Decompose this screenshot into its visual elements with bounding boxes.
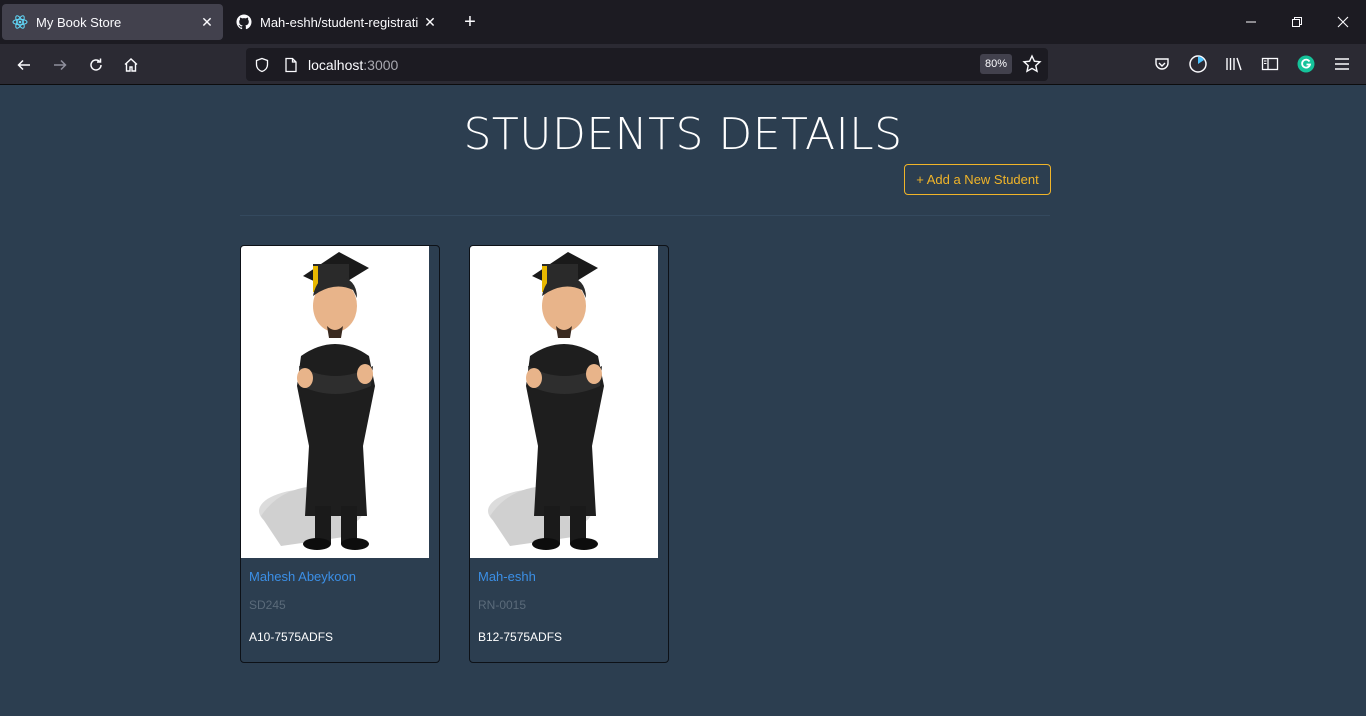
tab-title: My Book Store xyxy=(36,14,122,30)
page-content: STUDENTS DETAILS + Add a New Student Mah… xyxy=(0,85,1366,716)
student-reg-number: SD245 xyxy=(249,598,286,612)
library-icon[interactable] xyxy=(1224,54,1244,74)
student-code: A10-7575ADFS xyxy=(249,630,334,644)
shield-icon[interactable] xyxy=(254,57,270,73)
bookmark-star-icon[interactable] xyxy=(1022,54,1042,74)
close-icon[interactable]: ✕ xyxy=(195,10,219,34)
tab-title: Mah-eshh/student-registration xyxy=(260,14,418,30)
add-student-button[interactable]: + Add a New Student xyxy=(904,164,1051,195)
student-code: B12-7575ADFS xyxy=(478,630,563,644)
student-name-link[interactable]: Mahesh Abeykoon xyxy=(249,569,356,584)
tab-strip: My Book Store ✕ Mah-eshh/student-registr… xyxy=(0,0,1366,44)
restore-icon[interactable] xyxy=(1274,0,1320,44)
minimize-icon[interactable] xyxy=(1228,0,1274,44)
tab-github[interactable]: Mah-eshh/student-registration ✕ xyxy=(226,4,446,40)
menu-icon[interactable] xyxy=(1332,54,1352,74)
grammarly-icon[interactable] xyxy=(1296,54,1316,74)
new-tab-icon[interactable]: + xyxy=(458,10,482,34)
graduate-illustration xyxy=(259,252,375,550)
home-icon[interactable] xyxy=(116,50,146,80)
timer-extension-icon[interactable] xyxy=(1188,54,1208,74)
react-icon xyxy=(12,14,28,30)
student-reg-number: RN-0015 xyxy=(478,598,527,612)
zoom-level-badge[interactable]: 80% xyxy=(979,54,1012,74)
close-window-icon[interactable] xyxy=(1320,0,1366,44)
student-photo xyxy=(241,246,429,558)
back-icon[interactable] xyxy=(9,50,39,80)
page-title: STUDENTS DETAILS xyxy=(463,109,903,160)
navigation-toolbar: localhost:3000 80% xyxy=(0,44,1366,85)
address-bar[interactable]: localhost:3000 80% xyxy=(246,48,1048,81)
student-name-link[interactable]: Mah-eshh xyxy=(478,569,536,584)
page-icon[interactable] xyxy=(284,57,298,73)
pocket-icon[interactable] xyxy=(1152,54,1172,74)
student-photo xyxy=(470,246,658,558)
github-icon xyxy=(236,14,252,30)
close-icon[interactable]: ✕ xyxy=(418,10,442,34)
tab-my-book-store[interactable]: My Book Store ✕ xyxy=(2,4,223,40)
student-card[interactable]: Mah-eshh RN-0015 B12-7575ADFS xyxy=(469,245,669,663)
graduate-illustration xyxy=(488,252,604,550)
sidebar-icon[interactable] xyxy=(1260,54,1280,74)
url-text[interactable]: localhost:3000 xyxy=(308,57,398,73)
reload-icon[interactable] xyxy=(81,50,111,80)
forward-icon[interactable] xyxy=(45,50,75,80)
student-card[interactable]: Mahesh Abeykoon SD245 A10-7575ADFS xyxy=(240,245,440,663)
divider xyxy=(240,215,1050,216)
